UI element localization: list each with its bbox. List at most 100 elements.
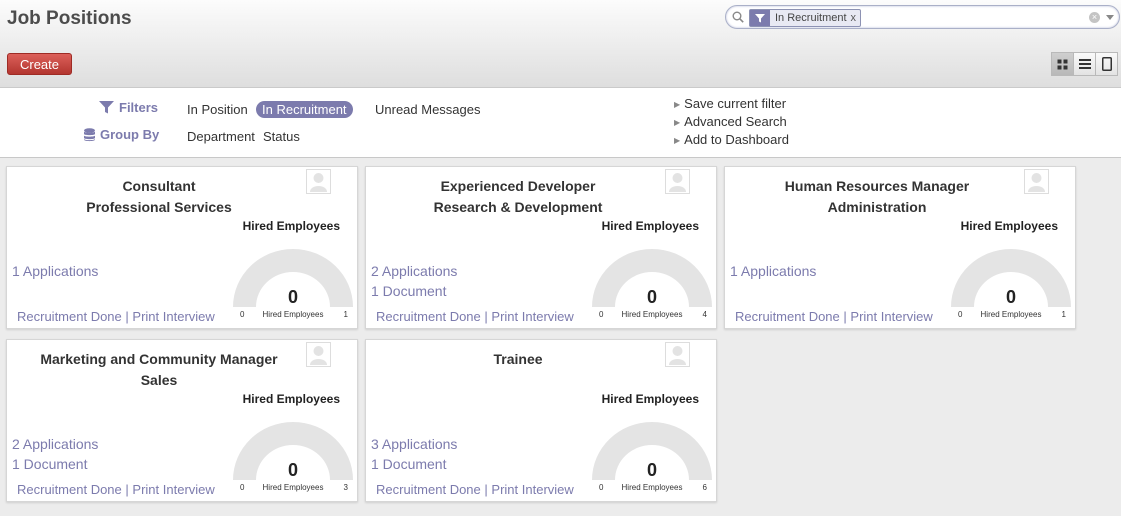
hired-employees-gauge: 0 0 Hired Employees 1	[232, 247, 354, 319]
separator: |	[843, 309, 847, 324]
card-actions: Recruitment Done | Print Interview	[376, 482, 574, 497]
job-position-card[interactable]: Human Resources Manager Administration H…	[724, 166, 1076, 329]
save-filter-label: Save current filter	[684, 96, 787, 111]
filter-in-position[interactable]: In Position	[187, 102, 248, 117]
add-to-dashboard-label: Add to Dashboard	[684, 132, 789, 147]
search-icon	[732, 11, 744, 23]
print-interview-link[interactable]: Print Interview	[850, 309, 932, 324]
card-actions: Recruitment Done | Print Interview	[17, 309, 215, 324]
applications-link[interactable]: 3 Applications	[371, 436, 457, 452]
facet-remove-button[interactable]: x	[851, 10, 861, 26]
separator: |	[125, 482, 129, 497]
user-avatar-icon[interactable]	[1024, 169, 1049, 194]
job-position-card[interactable]: Consultant Professional Services Hired E…	[6, 166, 358, 329]
print-interview-link[interactable]: Print Interview	[132, 309, 214, 324]
gauge-value: 0	[287, 460, 298, 480]
gauge-value: 0	[1005, 287, 1016, 307]
separator: |	[484, 482, 488, 497]
print-interview-link[interactable]: Print Interview	[132, 482, 214, 497]
job-position-card[interactable]: Marketing and Community Manager Sales Hi…	[6, 339, 358, 502]
view-switcher	[1051, 52, 1118, 76]
job-name: Marketing and Community Manager	[40, 351, 278, 367]
print-interview-link[interactable]: Print Interview	[491, 309, 573, 324]
filters-heading: Filters	[99, 100, 158, 115]
user-avatar-icon[interactable]	[306, 342, 331, 367]
search-drawer: Filters In Position In Recruitment Unrea…	[0, 88, 1121, 158]
recruitment-done-link[interactable]: Recruitment Done	[376, 482, 481, 497]
gauge-label: Hired Employees	[980, 310, 1042, 319]
search-box[interactable]: In Recruitment x ×	[725, 5, 1120, 29]
gauge-value: 0	[646, 287, 657, 307]
job-name: Consultant	[122, 178, 196, 194]
applications-link[interactable]: 1 Applications	[730, 263, 816, 279]
applications-link[interactable]: 1 Applications	[12, 263, 98, 279]
filter-unread-messages[interactable]: Unread Messages	[375, 102, 481, 117]
recruitment-done-link[interactable]: Recruitment Done	[735, 309, 840, 324]
hired-employees-gauge: 0 0 Hired Employees 3	[232, 420, 354, 492]
caret-right-icon: ▶	[674, 118, 681, 127]
gauge-max: 4	[702, 310, 707, 319]
job-title: Human Resources Manager Administration	[725, 176, 1029, 218]
gauge-label: Hired Employees	[621, 483, 683, 492]
gauge-label: Hired Employees	[262, 310, 324, 319]
filter-icon	[99, 101, 114, 114]
search-input[interactable]	[868, 9, 1088, 25]
gauge-max: 3	[343, 483, 348, 492]
groupby-label: Group By	[100, 127, 160, 142]
filter-icon	[750, 10, 770, 26]
groupby-status[interactable]: Status	[263, 129, 300, 144]
job-position-card[interactable]: Experienced Developer Research & Develop…	[365, 166, 717, 329]
applications-link[interactable]: 2 Applications	[12, 436, 98, 452]
applications-link[interactable]: 2 Applications	[371, 263, 457, 279]
add-to-dashboard-link[interactable]: ▶ Add to Dashboard	[674, 132, 789, 147]
card-actions: Recruitment Done | Print Interview	[17, 482, 215, 497]
list-view-icon	[1078, 59, 1091, 69]
control-panel: Job Positions Create In Recruitment x ×	[0, 0, 1121, 88]
print-interview-link[interactable]: Print Interview	[491, 482, 573, 497]
job-department: Professional Services	[86, 199, 232, 215]
database-icon	[84, 127, 95, 141]
advanced-search-link[interactable]: ▶ Advanced Search	[674, 114, 787, 129]
gauge-title: Hired Employees	[242, 392, 340, 406]
toggle-drawer-icon[interactable]	[1106, 15, 1114, 20]
save-current-filter-link[interactable]: ▶ Save current filter	[674, 96, 786, 111]
list-view-button[interactable]	[1073, 52, 1096, 76]
gauge-title: Hired Employees	[601, 392, 699, 406]
job-title: Experienced Developer Research & Develop…	[366, 176, 670, 218]
caret-right-icon: ▶	[674, 100, 681, 109]
documents-link[interactable]: 1 Document	[371, 283, 446, 299]
filter-in-recruitment[interactable]: In Recruitment	[256, 101, 353, 118]
filters-label: Filters	[119, 100, 159, 115]
groupby-department[interactable]: Department	[187, 129, 255, 144]
documents-link[interactable]: 1 Document	[12, 456, 87, 472]
gauge-value: 0	[287, 287, 298, 307]
gauge-max: 6	[702, 483, 707, 492]
documents-link[interactable]: 1 Document	[371, 456, 446, 472]
gauge-label: Hired Employees	[621, 310, 683, 319]
user-avatar-icon[interactable]	[665, 169, 690, 194]
create-button[interactable]: Create	[7, 53, 72, 75]
search-facet[interactable]: In Recruitment x	[749, 9, 862, 27]
user-avatar-icon[interactable]	[665, 342, 690, 367]
gauge-title: Hired Employees	[601, 219, 699, 233]
kanban-view-button[interactable]	[1051, 52, 1074, 76]
separator: |	[125, 309, 129, 324]
gauge-label: Hired Employees	[262, 483, 324, 492]
caret-right-icon: ▶	[674, 136, 681, 145]
clear-search-icon[interactable]: ×	[1089, 12, 1100, 23]
hired-employees-gauge: 0 0 Hired Employees 1	[950, 247, 1072, 319]
recruitment-done-link[interactable]: Recruitment Done	[17, 309, 122, 324]
gauge-max: 1	[1061, 310, 1066, 319]
advanced-search-label: Advanced Search	[684, 114, 787, 129]
form-view-button[interactable]	[1095, 52, 1118, 76]
job-department: Research & Development	[433, 199, 603, 215]
recruitment-done-link[interactable]: Recruitment Done	[376, 309, 481, 324]
job-position-card[interactable]: Trainee Hired Employees 3 Applications 1…	[365, 339, 717, 502]
gauge-title: Hired Employees	[242, 219, 340, 233]
job-name: Trainee	[493, 351, 543, 367]
facet-value: In Recruitment	[775, 12, 847, 24]
hired-employees-gauge: 0 0 Hired Employees 6	[591, 420, 713, 492]
user-avatar-icon[interactable]	[306, 169, 331, 194]
recruitment-done-link[interactable]: Recruitment Done	[17, 482, 122, 497]
job-department: Administration	[827, 199, 927, 215]
